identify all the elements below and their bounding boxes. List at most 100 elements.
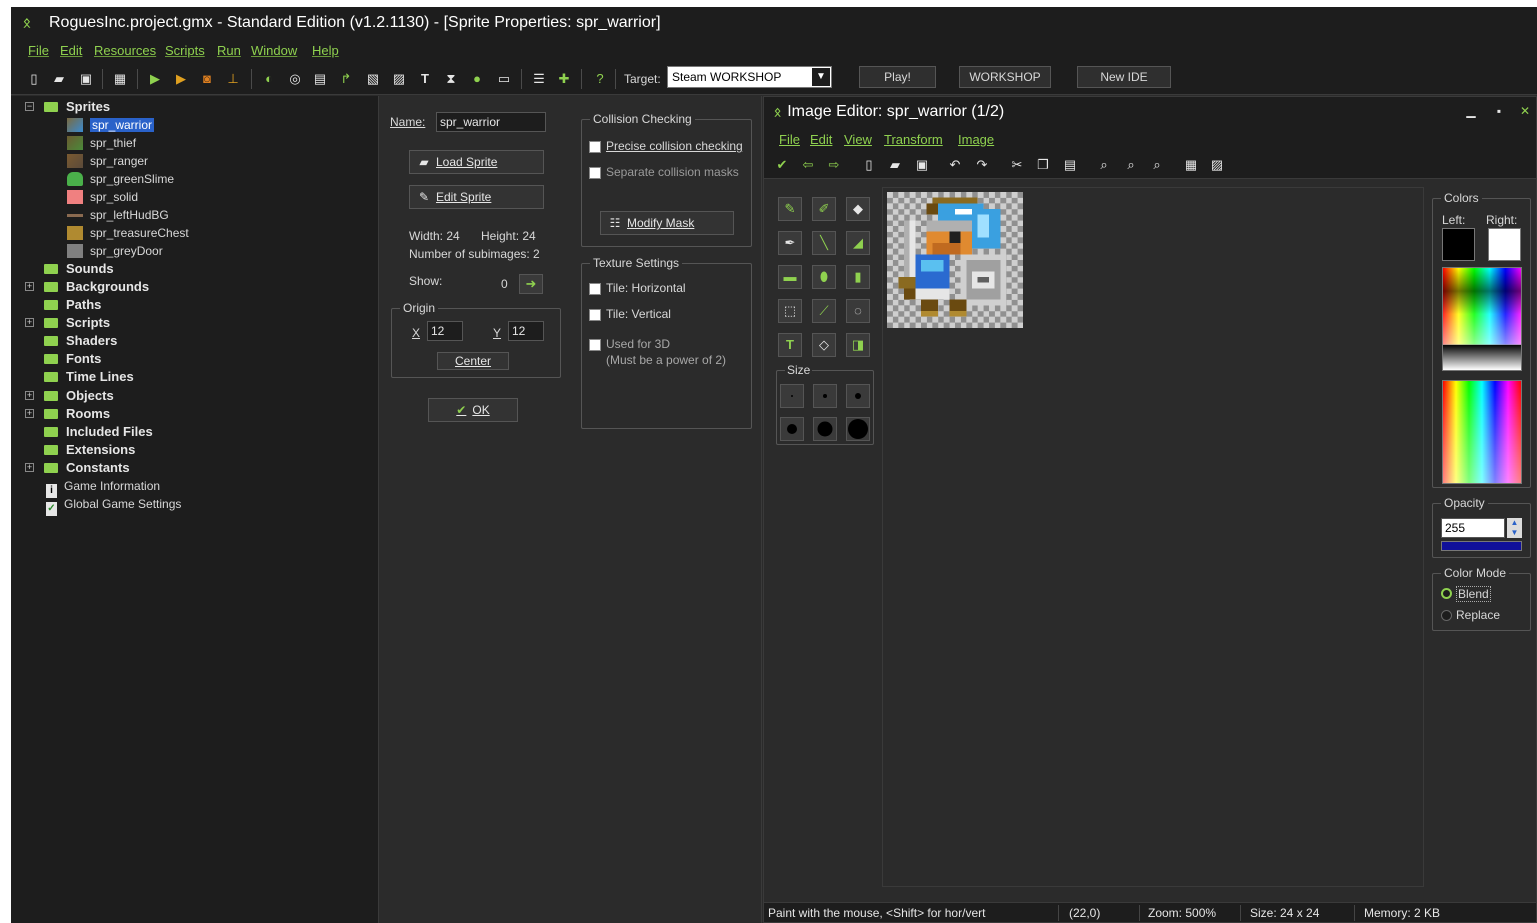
magic-wand-tool-icon[interactable]: ⟋ [812,299,836,323]
create-background-icon[interactable]: ▤ [312,71,328,87]
target-dropdown[interactable]: Steam WORKSHOP ▼ [667,66,832,88]
precise-collision-checkbox[interactable] [589,141,601,153]
open-project-icon[interactable]: ▰ [51,71,67,87]
text-tool-icon[interactable]: T [778,333,802,357]
brush-size-4-icon[interactable] [780,417,804,441]
paste-icon[interactable]: ▤ [1062,157,1078,173]
chevron-down-icon[interactable]: ▼ [812,68,830,86]
replace-radio[interactable] [1441,610,1452,621]
polygon-tool-icon[interactable]: ◢ [846,231,870,255]
ok-button[interactable]: ✔ OK [428,398,518,422]
zoom-out-icon[interactable]: ⌕ [1096,157,1112,173]
image-preview-icon[interactable]: ▨ [1209,157,1225,173]
redo-icon[interactable]: ↷ [974,157,990,173]
color-spectrum-picker[interactable] [1442,380,1522,484]
create-shader-icon[interactable]: ▨ [391,71,407,87]
create-timeline-icon[interactable]: ⧗ [443,71,459,87]
expand-icon[interactable]: + [25,409,34,418]
tree-item-spr-greydoor[interactable]: spr_greyDoor [67,242,163,260]
minimize-icon[interactable]: ▁ [1463,103,1479,119]
copy-icon[interactable]: ❐ [1035,157,1051,173]
tree-folder-time-lines[interactable]: Time Lines [44,368,134,386]
tree-item-spr-ranger[interactable]: spr_ranger [67,152,148,170]
menu-run[interactable]: Run [217,43,241,58]
collapse-icon[interactable]: − [25,102,34,111]
zoom-reset-icon[interactable]: ⌕ [1123,157,1139,173]
tree-folder-objects[interactable]: + Objects [25,387,114,405]
tree-item-spr-warrior[interactable]: spr_warrior [67,116,155,134]
color-palette-grid[interactable] [1442,267,1522,371]
tile-vertical-checkbox[interactable] [589,309,601,321]
confirm-icon[interactable]: ✔ [774,157,790,173]
maximize-icon[interactable]: ▪ [1491,103,1507,119]
sprite-pixel-image[interactable] [887,192,1023,328]
create-path-icon[interactable]: ↱ [338,71,354,87]
edit-sprite-button[interactable]: ✎ Edit Sprite [409,185,544,209]
ed-menu-transform[interactable]: Transform [884,132,943,147]
tree-folder-sounds[interactable]: Sounds [44,260,114,278]
tree-folder-paths[interactable]: Paths [44,296,101,314]
global-settings-icon[interactable]: ☰ [531,71,547,87]
used-for-3d-checkbox[interactable] [589,339,601,351]
help-icon[interactable]: ? [592,71,608,87]
eraser-tool-icon[interactable]: ◆ [846,197,870,221]
create-room-icon[interactable]: ▭ [496,71,512,87]
origin-y-field[interactable]: 12 [508,321,544,341]
save-project-icon[interactable]: ▣ [78,71,94,87]
select-region-tool-icon[interactable]: ⬚ [778,299,802,323]
separate-masks-checkbox[interactable] [589,167,601,179]
menu-window[interactable]: Window [251,43,297,58]
expand-icon[interactable]: + [25,318,34,327]
opacity-field[interactable]: 255 [1441,518,1505,538]
menu-resources[interactable]: Resources [94,43,156,58]
zoom-in-icon[interactable]: ⌕ [1149,157,1165,173]
debug-game-icon[interactable]: ▶ [173,71,189,87]
run-game-icon[interactable]: ▶ [147,71,163,87]
tree-folder-rooms[interactable]: + Rooms [25,405,110,423]
ellipse-tool-icon[interactable]: ⬮ [812,265,836,289]
grid-icon[interactable]: ▦ [1183,157,1199,173]
cut-icon[interactable]: ✂ [1009,157,1025,173]
right-color-swatch[interactable] [1488,228,1521,261]
expand-icon[interactable]: + [25,282,34,291]
menu-scripts[interactable]: Scripts [165,43,205,58]
tree-item-spr-lefthudbg[interactable]: spr_leftHudBG [67,206,169,224]
new-project-icon[interactable]: ▯ [26,71,42,87]
save-image-icon[interactable]: ▣ [914,157,930,173]
rectangle-tool-icon[interactable]: ▬ [778,265,802,289]
brush-size-2-icon[interactable] [813,384,837,408]
create-sprite-icon[interactable]: ◐ [261,71,277,87]
menu-file[interactable]: File [28,43,49,58]
tree-folder-fonts[interactable]: Fonts [44,350,101,368]
drawing-canvas[interactable] [882,187,1424,887]
brush-size-6-icon[interactable] [846,417,870,441]
brush-size-5-icon[interactable] [813,417,837,441]
ed-menu-image[interactable]: Image [958,132,994,147]
create-sound-icon[interactable]: ◎ [287,71,303,87]
color-picker-tool-icon[interactable]: ✒ [778,231,802,255]
undo-icon[interactable]: ↶ [947,157,963,173]
tree-item-spr-treasurechest[interactable]: spr_treasureChest [67,224,189,242]
workshop-button[interactable]: WORKSHOP [959,66,1051,88]
line-tool-icon[interactable]: ╲ [812,231,836,255]
tree-item-spr-greenslime[interactable]: spr_greenSlime [67,170,174,188]
create-script-icon[interactable]: ▧ [365,71,381,87]
play-button[interactable]: Play! [859,66,936,88]
create-object-icon[interactable]: ● [469,71,485,87]
tree-folder-included-files[interactable]: Included Files [44,423,153,441]
rounded-rectangle-tool-icon[interactable]: ▮ [846,265,870,289]
arrow-right-icon[interactable]: ➜ [519,274,543,294]
close-icon[interactable]: ✕ [1517,103,1533,119]
pencil-tool-icon[interactable]: ✎ [778,197,802,221]
expand-icon[interactable]: + [25,391,34,400]
blend-radio[interactable] [1441,588,1452,599]
ed-menu-view[interactable]: View [844,132,872,147]
open-image-icon[interactable]: ▰ [887,157,903,173]
ed-menu-edit[interactable]: Edit [810,132,832,147]
tree-folder-constants[interactable]: + Constants [25,459,130,477]
spray-tool-icon[interactable]: ✐ [812,197,836,221]
change-color-tool-icon[interactable]: ◨ [846,333,870,357]
load-sprite-button[interactable]: ▰ Load Sprite [409,150,544,174]
tree-item-global-game-settings[interactable]: ✓ Global Game Settings [46,495,181,516]
select-ellipse-tool-icon[interactable]: ◌ [846,299,870,323]
